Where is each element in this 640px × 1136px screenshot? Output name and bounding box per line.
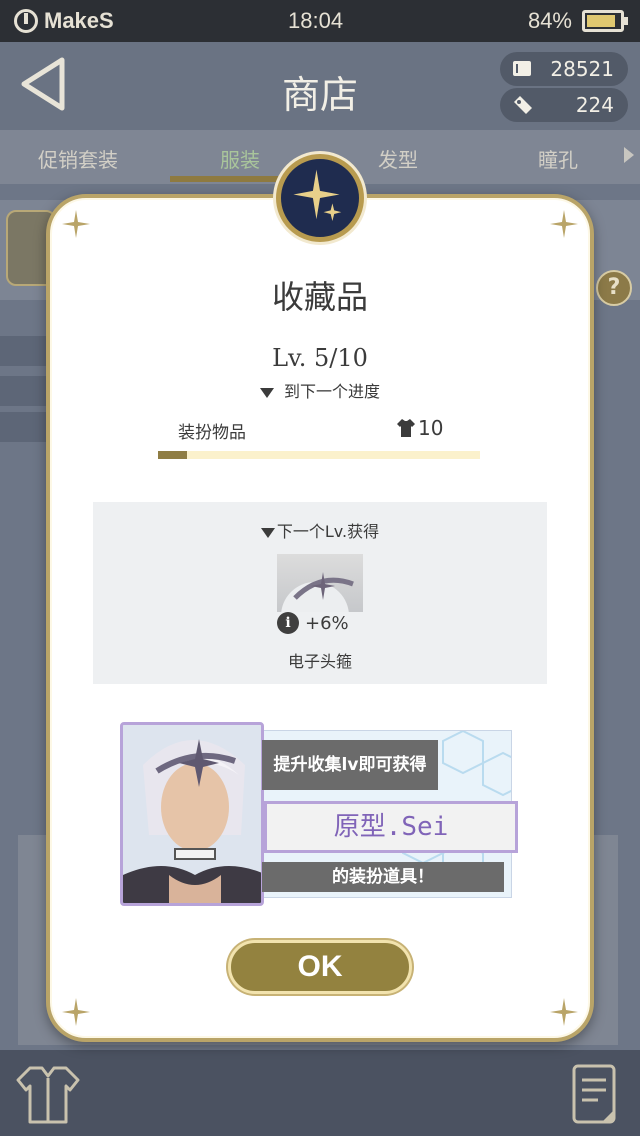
promo-unlock-text: 提升收集lv即可获得 [262, 740, 438, 790]
progress-count-value: 10 [418, 416, 444, 440]
reward-bonus: i +6% [277, 612, 363, 634]
next-progress-label: 到下一个进度 [283, 382, 380, 401]
currency-secondary: 224 [500, 88, 628, 122]
currency-secondary-value: 224 [575, 93, 614, 117]
tab-eyes[interactable]: 瞳孔 [538, 144, 578, 173]
wardrobe-icon [16, 1066, 80, 1124]
status-bar: MakeS 18:04 84% [0, 0, 640, 42]
progress-bar [158, 451, 480, 459]
progress-count: 10 [396, 416, 443, 440]
reward-item-thumbnail[interactable] [277, 554, 363, 612]
tab-hairstyle[interactable]: 发型 [378, 144, 418, 173]
next-reward-label: 下一个Lv.获得 [276, 522, 380, 541]
power-icon [14, 9, 38, 33]
tab-scroll-right-icon[interactable] [624, 147, 634, 163]
header: 商店 28521 224 [0, 42, 640, 130]
modal-title: 收藏品 [271, 278, 368, 316]
currency-primary: 28521 [500, 52, 628, 86]
tab-promo-sets[interactable]: 促销套装 [38, 144, 118, 173]
help-icon: ? [596, 270, 632, 306]
ticket-icon [514, 96, 532, 114]
reward-bonus-value: +6% [305, 612, 349, 634]
sparkle-icon [62, 210, 90, 238]
battery-percent: 84% [527, 8, 572, 33]
triangle-down-icon [260, 527, 275, 538]
battery-status: 84% [527, 8, 628, 34]
star-medal-icon [276, 154, 364, 242]
triangle-down-icon [259, 387, 274, 398]
book-icon [513, 61, 531, 76]
progress-label: 装扮物品 [178, 423, 246, 443]
carrier: MakeS [14, 8, 114, 34]
info-icon[interactable]: i [277, 612, 299, 634]
sparkle-icon [550, 210, 578, 238]
bottom-nav [0, 1050, 640, 1136]
character-illustration [123, 725, 261, 903]
sparkle-icon [550, 998, 578, 1026]
reward-item-name: 电子头箍 [287, 652, 352, 671]
sparkle-icon [62, 998, 90, 1026]
next-reward-heading: 下一个Lv.获得 [93, 518, 547, 542]
progress-bar-fill [158, 451, 187, 459]
carrier-label: MakeS [44, 8, 114, 33]
promo-reward-text: 的装扮道具！ [262, 862, 504, 892]
currency-primary-value: 28521 [550, 57, 614, 81]
collection-level: Lv. 5/10 [272, 344, 368, 372]
ok-button[interactable]: OK [228, 940, 412, 994]
battery-icon [582, 10, 628, 32]
headband-illustration [281, 572, 354, 612]
promo-character-name: 原型.Sei [264, 801, 518, 853]
character-portrait [120, 722, 264, 906]
status-time: 18:04 [288, 8, 344, 33]
list-icon [572, 1064, 616, 1124]
tab-clothing[interactable]: 服装 [220, 144, 260, 173]
next-progress-heading: 到下一个进度 [46, 378, 594, 402]
shirt-icon [397, 419, 415, 437]
